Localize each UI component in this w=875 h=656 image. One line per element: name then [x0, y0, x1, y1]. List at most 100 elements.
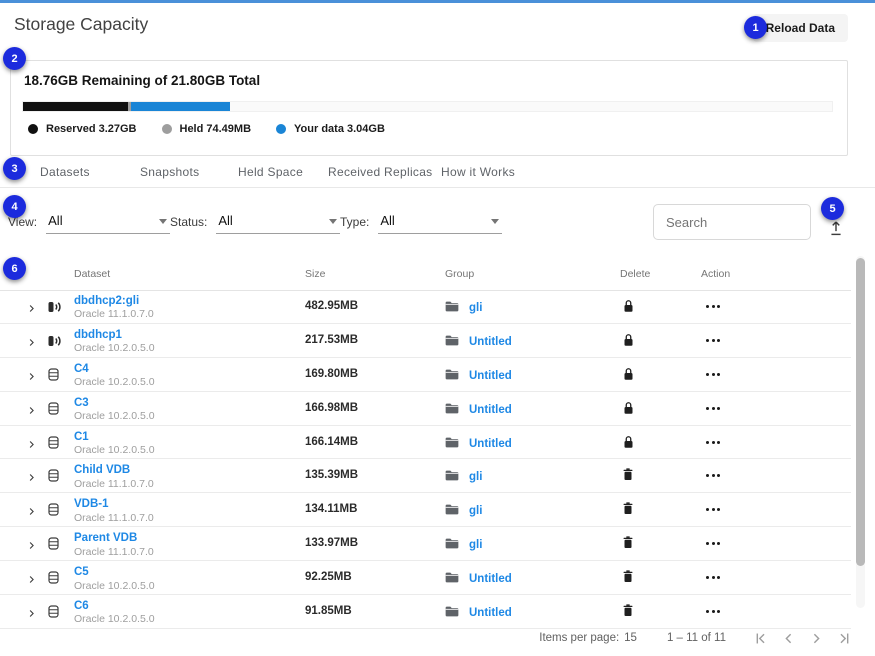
expand-row-button[interactable]	[26, 335, 38, 347]
dataset-link[interactable]: C4	[74, 362, 155, 376]
capacity-summary-card: 18.76GB Remaining of 21.80GB Total Reser…	[10, 60, 848, 156]
search-input[interactable]	[654, 205, 810, 239]
status-filter-select[interactable]: All	[216, 213, 340, 234]
delete-button[interactable]	[619, 536, 637, 554]
group-link[interactable]: gli	[469, 539, 482, 551]
column-header-action: Action	[701, 268, 730, 280]
dataset-engine: Oracle 10.2.0.5.0	[74, 444, 155, 457]
last-page-button[interactable]	[836, 630, 853, 647]
type-filter-select[interactable]: All	[378, 213, 502, 234]
group-link[interactable]: Untitled	[469, 370, 512, 382]
dataset-link[interactable]: Parent VDB	[74, 531, 154, 545]
table-scrollbar-track[interactable]	[856, 256, 865, 608]
dataset-size: 166.14MB	[305, 436, 358, 448]
group-link[interactable]: Untitled	[469, 438, 512, 450]
row-actions-button[interactable]	[706, 441, 720, 444]
table-row: C4 Oracle 10.2.0.5.0 169.80MB Untitled	[0, 358, 851, 392]
dataset-link[interactable]: C1	[74, 430, 155, 444]
tab-bar: Datasets Snapshots Held Space Received R…	[0, 156, 875, 188]
items-per-page[interactable]: Items per page: 15	[539, 632, 637, 644]
expand-row-button[interactable]	[26, 504, 38, 516]
storage-capacity-page: 1 2 3 4 5 6 Storage Capacity Reload Data…	[0, 0, 875, 656]
dataset-engine: Oracle 10.2.0.5.0	[74, 410, 155, 423]
folder-icon	[445, 570, 459, 588]
delete-button[interactable]	[619, 604, 637, 622]
group-link[interactable]: gli	[469, 302, 482, 314]
next-page-button[interactable]	[808, 630, 825, 647]
dataset-link[interactable]: dbdhcp2:gli	[74, 294, 154, 308]
expand-row-button[interactable]	[26, 437, 38, 449]
previous-page-button[interactable]	[780, 630, 797, 647]
status-filter-label: Status:	[170, 215, 207, 234]
delete-button[interactable]	[619, 502, 637, 520]
row-actions-button[interactable]	[706, 474, 720, 477]
row-actions-button[interactable]	[706, 305, 720, 308]
tab-received-replicas[interactable]: Received Replicas	[328, 165, 432, 179]
expand-row-button[interactable]	[26, 572, 38, 584]
delete-button[interactable]	[619, 333, 637, 352]
vdb-icon	[48, 503, 59, 521]
group-link[interactable]: Untitled	[469, 404, 512, 416]
group-link[interactable]: Untitled	[469, 573, 512, 585]
annotation-badge-3: 3	[3, 157, 26, 180]
group-link[interactable]: Untitled	[469, 336, 512, 348]
expand-row-button[interactable]	[26, 369, 38, 381]
delete-button[interactable]	[619, 367, 637, 386]
dataset-size: 92.25MB	[305, 571, 352, 583]
table-scrollbar-thumb[interactable]	[856, 258, 865, 566]
expand-row-button[interactable]	[26, 403, 38, 415]
dataset-link[interactable]: C3	[74, 396, 155, 410]
row-actions-button[interactable]	[706, 576, 720, 579]
group-link[interactable]: gli	[469, 471, 482, 483]
column-header-dataset: Dataset	[74, 268, 110, 280]
folder-icon	[445, 333, 459, 351]
lock-icon	[623, 401, 634, 420]
row-actions-button[interactable]	[706, 339, 720, 342]
row-actions-button[interactable]	[706, 610, 720, 613]
tab-datasets[interactable]: Datasets	[40, 165, 90, 179]
pager	[752, 630, 853, 647]
first-page-button[interactable]	[752, 630, 769, 647]
vdb-icon	[48, 605, 59, 623]
chevron-down-icon	[159, 219, 167, 224]
dataset-link[interactable]: dbdhcp1	[74, 328, 155, 342]
folder-icon	[445, 299, 459, 317]
dataset-link[interactable]: VDB-1	[74, 497, 154, 511]
delete-button[interactable]	[619, 299, 637, 318]
group-link[interactable]: gli	[469, 505, 482, 517]
tab-how-it-works[interactable]: How it Works	[441, 165, 515, 179]
delete-button[interactable]	[619, 570, 637, 588]
row-actions-button[interactable]	[706, 542, 720, 545]
row-actions-button[interactable]	[706, 407, 720, 410]
dataset-link[interactable]: C6	[74, 599, 155, 613]
row-actions-button[interactable]	[706, 508, 720, 511]
legend-label: Reserved 3.27GB	[46, 123, 137, 135]
delete-button[interactable]	[619, 468, 637, 486]
delete-button[interactable]	[619, 435, 637, 454]
group-link[interactable]: Untitled	[469, 607, 512, 619]
expand-row-button[interactable]	[26, 538, 38, 550]
dataset-link[interactable]: C5	[74, 565, 155, 579]
vdb-icon	[48, 537, 59, 555]
vdb-icon	[48, 368, 59, 386]
dataset-link[interactable]: Child VDB	[74, 463, 154, 477]
chevron-down-icon	[329, 219, 337, 224]
legend-label: Held 74.49MB	[180, 123, 252, 135]
view-filter-select[interactable]: All	[46, 213, 170, 234]
expand-row-button[interactable]	[26, 301, 38, 313]
table-row: dbdhcp1 Oracle 10.2.0.5.0 217.53MB Untit…	[0, 324, 851, 358]
expand-row-button[interactable]	[26, 606, 38, 618]
export-button[interactable]	[826, 220, 846, 240]
export-icon	[828, 225, 844, 240]
expand-row-button[interactable]	[26, 470, 38, 482]
chevron-down-icon	[491, 219, 499, 224]
capacity-bar-segment-your-data	[131, 102, 230, 111]
delete-button[interactable]	[619, 401, 637, 420]
tab-held-space[interactable]: Held Space	[238, 165, 303, 179]
row-actions-button[interactable]	[706, 373, 720, 376]
dataset-engine: Oracle 11.1.0.7.0	[74, 308, 154, 321]
tab-snapshots[interactable]: Snapshots	[140, 165, 199, 179]
annotation-badge-1: 1	[744, 16, 767, 39]
annotation-badge-2: 2	[3, 47, 26, 70]
legend-item-reserved: Reserved 3.27GB	[28, 123, 137, 135]
